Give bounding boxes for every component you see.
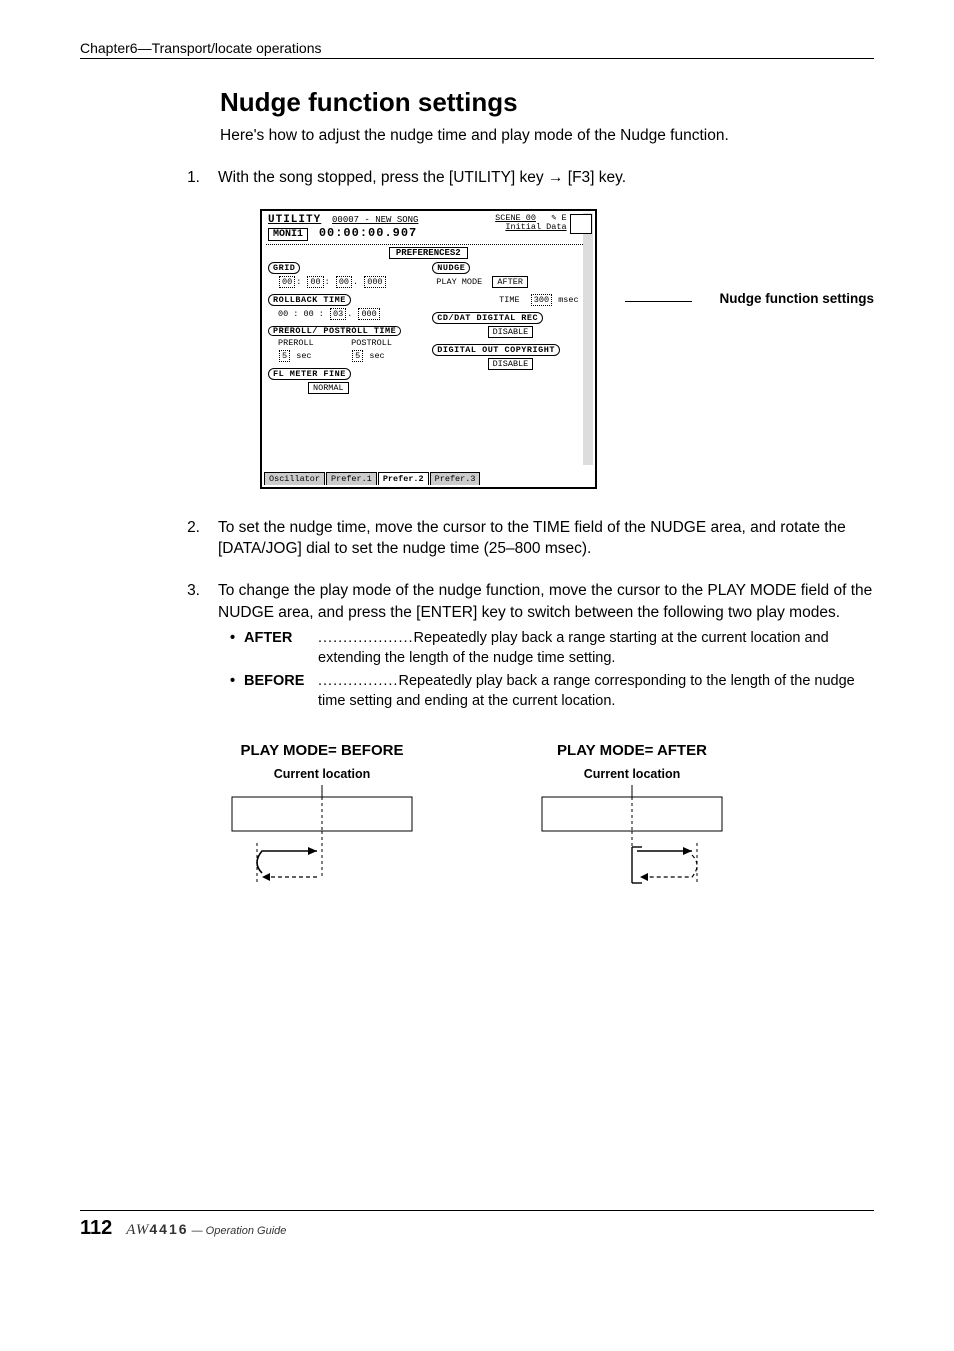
step-2-number: 2. (80, 517, 218, 560)
tab-prefer3: Prefer.3 (430, 472, 481, 485)
utility-title: UTILITY (268, 214, 321, 226)
model-prefix: AW (126, 1222, 149, 1238)
meter-value: NORMAL (308, 382, 349, 394)
top-rule (80, 58, 874, 59)
section-title: Nudge function settings (80, 87, 874, 118)
step-3-number: 3. (80, 580, 218, 716)
prepost-group: PREROLL/ POSTROLL TIME (268, 326, 401, 337)
song-name: 00007 - NEW SONG (332, 215, 418, 225)
before-diagram-svg (222, 785, 422, 890)
copyright-group: DIGITAL OUT COPYRIGHT (432, 344, 560, 356)
cddat-value: DISABLE (488, 326, 534, 338)
chapter-header: Chapter6—Transport/locate operations (80, 40, 874, 56)
tab-prefer1: Prefer.1 (326, 472, 377, 485)
bottom-tabs: Oscillator Prefer.1 Prefer.2 Prefer.3 (264, 472, 593, 485)
page-number: 112 (80, 1217, 112, 1240)
copyright-value: DISABLE (488, 358, 534, 370)
step-2: 2. To set the nudge time, move the curso… (80, 517, 874, 560)
time-counter: 00:00:00.907 (319, 226, 417, 240)
rollback-group: ROLLBACK TIME (268, 294, 351, 306)
initial-data-label: Initial Data (505, 222, 566, 232)
diagram-after: PLAY MODE= AFTER Current location (532, 742, 732, 893)
callout-text: Nudge function settings (720, 291, 875, 306)
tab-oscillator: Oscillator (264, 472, 325, 485)
preferences-header: PREFERENCES2 (389, 247, 468, 259)
tab-prefer2: Prefer.2 (378, 472, 429, 485)
after-diagram-svg (532, 785, 732, 890)
intro-text: Here's how to adjust the nudge time and … (80, 126, 874, 147)
meter-group: FL METER FINE (268, 368, 351, 380)
after-label: AFTER (244, 629, 312, 668)
diagram-before: PLAY MODE= BEFORE Current location (222, 742, 422, 893)
playmode-value: AFTER (492, 276, 528, 288)
utility-screenshot: UTILITY 00007 - NEW SONG MONI1 00:00:00.… (260, 209, 597, 489)
nudge-group: NUDGE (432, 262, 470, 274)
current-location-label: Current location (222, 767, 422, 781)
step-3-body: To change the play mode of the nudge fun… (218, 582, 872, 621)
diagram-before-title: PLAY MODE= BEFORE (222, 742, 422, 759)
page-footer: 112 AW4416 — Operation Guide (80, 1210, 874, 1240)
scrollbar (583, 213, 593, 465)
model-number: 4416 (149, 1221, 188, 1237)
step-1: 1. With the song stopped, press the [UTI… (80, 167, 874, 189)
guide-label: — Operation Guide (192, 1225, 287, 1237)
step-1-number: 1. (80, 167, 218, 189)
before-label: BEFORE (244, 672, 312, 711)
cddat-group: CD/DAT DIGITAL REC (432, 312, 543, 324)
step-2-body: To set the nudge time, move the cursor t… (218, 517, 874, 560)
current-location-label-2: Current location (532, 767, 732, 781)
step-1-body: With the song stopped, press the [UTILIT… (218, 167, 874, 189)
diagram-after-title: PLAY MODE= AFTER (532, 742, 732, 759)
moni-label: MONI1 (268, 228, 308, 241)
step-3: 3. To change the play mode of the nudge … (80, 580, 874, 716)
grid-group: GRID (268, 262, 300, 274)
callout-line (625, 301, 692, 302)
before-text: Repeatedly play back a range correspondi… (318, 673, 855, 709)
